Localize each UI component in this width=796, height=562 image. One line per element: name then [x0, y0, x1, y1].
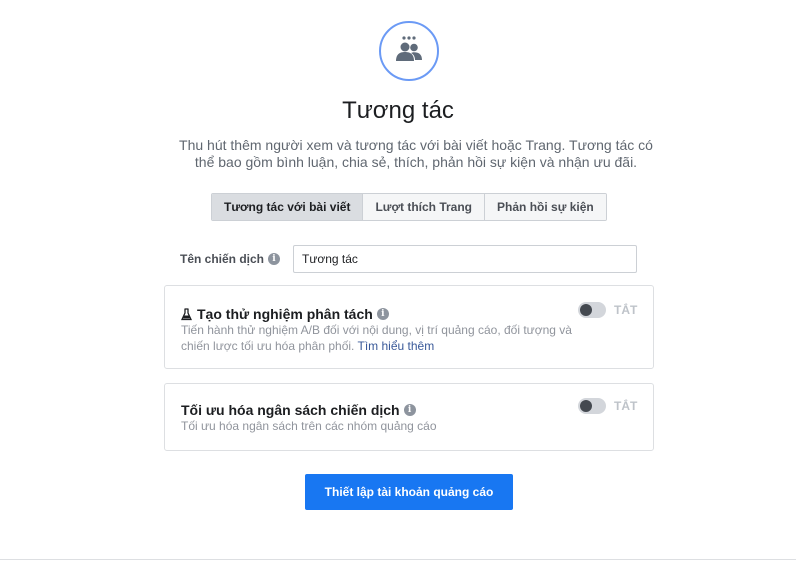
- toggle-track[interactable]: [578, 302, 606, 318]
- budget-optimization-title-wrap: Tối ưu hóa ngân sách chiến dịch i: [181, 402, 416, 418]
- tab-page-likes[interactable]: Lượt thích Trang: [362, 194, 485, 220]
- setup-ad-account-button[interactable]: Thiết lập tài khoản quảng cáo: [305, 474, 513, 510]
- split-test-card: Tạo thử nghiệm phân tách i Tiến hành thử…: [164, 285, 654, 369]
- bottom-divider: [0, 559, 796, 560]
- toggle-state-label: TẮT: [614, 303, 638, 317]
- objective-description: Thu hút thêm người xem và tương tác với …: [179, 137, 653, 170]
- toggle-knob: [580, 304, 592, 316]
- toggle-knob: [580, 400, 592, 412]
- learn-more-link[interactable]: Tìm hiểu thêm: [358, 339, 435, 353]
- campaign-name-label: Tên chiến dịch: [180, 252, 265, 266]
- tab-post-engagement[interactable]: Tương tác với bài viết: [212, 194, 363, 220]
- toggle-state-label: TẮT: [614, 399, 638, 413]
- engagement-type-tabs: Tương tác với bài viết Lượt thích Trang …: [211, 193, 607, 221]
- campaign-name-input[interactable]: [293, 245, 637, 273]
- split-test-title-wrap: Tạo thử nghiệm phân tách i: [181, 306, 389, 322]
- budget-optimization-title: Tối ưu hóa ngân sách chiến dịch: [181, 402, 400, 418]
- info-icon[interactable]: i: [376, 308, 389, 320]
- campaign-name-label-wrap: Tên chiến dịch i: [180, 252, 293, 266]
- budget-optimization-description: Tối ưu hóa ngân sách trên các nhóm quảng…: [181, 419, 437, 433]
- flask-icon: [181, 307, 192, 321]
- tab-event-responses[interactable]: Phản hồi sự kiện: [484, 194, 606, 220]
- budget-optimization-card: Tối ưu hóa ngân sách chiến dịch i Tối ưu…: [164, 383, 654, 451]
- objective-title: Tương tác: [342, 97, 454, 124]
- campaign-name-row: Tên chiến dịch i: [180, 245, 637, 273]
- engagement-people-icon: [379, 21, 439, 81]
- info-icon[interactable]: i: [403, 404, 416, 416]
- info-icon[interactable]: i: [268, 253, 281, 265]
- split-test-description-wrap: Tiến hành thử nghiệm A/B đối với nội dun…: [181, 322, 581, 354]
- campaign-setup-page: Tương tác Thu hút thêm người xem và tươn…: [0, 0, 796, 562]
- split-test-toggle[interactable]: TẮT: [578, 302, 637, 318]
- budget-optimization-toggle[interactable]: TẮT: [578, 398, 637, 414]
- split-test-title: Tạo thử nghiệm phân tách: [197, 306, 373, 322]
- toggle-track[interactable]: [578, 398, 606, 414]
